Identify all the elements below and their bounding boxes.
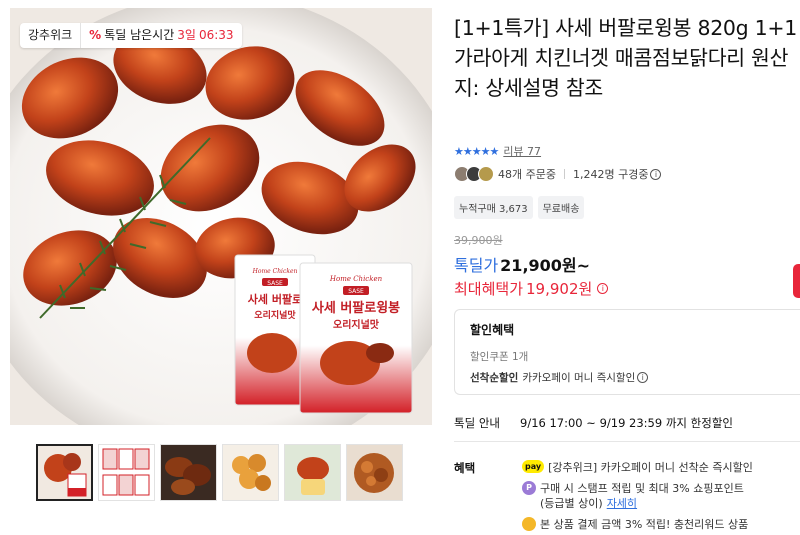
- reward-icon: [522, 517, 536, 531]
- deal-price-label: 톡딜가: [454, 256, 499, 275]
- discount-coupon: 할인쿠폰 1개: [470, 351, 529, 363]
- max-benefit-amount: 19,902원: [526, 280, 593, 298]
- thumbnail-6[interactable]: [346, 444, 403, 501]
- discount-title: 할인혜택: [470, 323, 515, 337]
- thumbnail-2[interactable]: [98, 444, 155, 501]
- thumbnail-strip: [36, 444, 403, 501]
- rating-row: ★★★★★ 리뷰 77: [454, 143, 541, 159]
- svg-text:사세 버팔로: 사세 버팔로: [248, 292, 302, 306]
- deal-guide-label: 톡딜 안내: [454, 416, 500, 430]
- tag-list: 누적구매 3,673 무료배송: [454, 196, 585, 219]
- deal-timer-days: 3일: [177, 28, 196, 42]
- product-page: Home Chicken SASE 사세 버팔로 오리지널맛 Home Chic…: [0, 0, 800, 535]
- benefits-label: 혜택: [454, 461, 476, 475]
- orders-count: 48개 주문중: [498, 168, 556, 181]
- svg-text:SASE: SASE: [267, 280, 283, 287]
- viewers-count: 1,242명 구경중: [572, 168, 649, 181]
- buyer-avatars: [454, 166, 494, 182]
- info-icon[interactable]: i: [650, 168, 662, 180]
- deal-price-amount: 21,900원~: [500, 256, 591, 275]
- benefit-text: 본 상품 결제 금액 3% 적립! 충천리워드 상품: [540, 518, 749, 531]
- deal-timer-label: 톡딜 남은시간: [104, 28, 175, 42]
- deal-timer-time: 06:33: [198, 28, 234, 42]
- deal-price-row: 톡딜가 21,900원~: [454, 252, 590, 276]
- benefit-text: 구매 시 스탬프 적립 및 최대 3% 쇼핑포인트: [540, 482, 744, 495]
- max-benefit-label: 최대혜택가: [454, 280, 524, 298]
- benefit-text: [강추위크] 카카오페이 머니 선착순 즉시할인: [548, 461, 753, 474]
- list-item: P 구매 시 스탬프 적립 및 최대 3% 쇼핑포인트: [522, 481, 800, 496]
- info-icon[interactable]: i: [637, 372, 649, 383]
- deal-guide-text: 9/16 17:00 ~ 9/19 23:59 까지 한정할인: [520, 416, 733, 430]
- details-link[interactable]: 자세히: [607, 496, 637, 511]
- package-front: Home Chicken SASE 사세 버팔로윙봉 오리지널맛: [299, 262, 413, 414]
- seller-badge: 강추위크: [20, 23, 82, 48]
- main-product-image[interactable]: Home Chicken SASE 사세 버팔로 오리지널맛 Home Chic…: [10, 8, 432, 425]
- list-item: (등급별 상이) 자세히: [522, 496, 800, 511]
- first-come-label: 선착순할인: [470, 372, 519, 384]
- max-benefit-price-row: 최대혜택가 19,902원 i: [454, 278, 609, 299]
- tag-free-shipping: 무료배송: [537, 196, 585, 219]
- deal-timer-badge: % 톡딜 남은시간 3일 06:33: [81, 23, 241, 48]
- thumbnail-4[interactable]: [222, 444, 279, 501]
- thumbnail-5[interactable]: [284, 444, 341, 501]
- star-rating-icon: ★★★★★: [454, 144, 499, 158]
- review-count-link[interactable]: 리뷰 77: [503, 143, 541, 159]
- list-item: pay [강추위크] 카카오페이 머니 선착순 즉시할인: [522, 460, 800, 475]
- info-icon[interactable]: i: [597, 283, 609, 294]
- avatar: [478, 166, 494, 182]
- buyers-row: 48개 주문중 1,242명 구경중 i: [454, 166, 662, 182]
- deal-guide: 톡딜 안내 9/16 17:00 ~ 9/19 23:59 까지 한정할인: [454, 415, 733, 431]
- point-icon: P: [522, 481, 536, 495]
- percent-icon: %: [89, 28, 102, 42]
- discount-benefit-box[interactable]: 할인혜택 할인쿠폰 1개 선착순할인 카카오페이 머니 즉시할인 i: [454, 309, 800, 395]
- section-divider: [454, 441, 800, 442]
- divider: [563, 169, 565, 179]
- kakaopay-icon: pay: [522, 460, 545, 473]
- first-come-discount: 선착순할인 카카오페이 머니 즉시할인 i: [470, 370, 785, 385]
- svg-text:오리지널맛: 오리지널맛: [333, 318, 380, 331]
- thumbnail-1[interactable]: [36, 444, 93, 501]
- tag-cumulative-purchase: 누적구매 3,673: [454, 196, 533, 219]
- svg-text:SASE: SASE: [348, 288, 364, 295]
- svg-text:Home Chicken: Home Chicken: [252, 268, 298, 275]
- svg-text:Home Chicken: Home Chicken: [329, 275, 383, 283]
- benefits-list: pay [강추위크] 카카오페이 머니 선착순 즉시할인 P 구매 시 스탬프 …: [522, 460, 800, 535]
- buy-button[interactable]: [793, 264, 800, 298]
- product-photo: Home Chicken SASE 사세 버팔로 오리지널맛 Home Chic…: [10, 8, 432, 425]
- first-come-text: 카카오페이 머니 즉시할인: [522, 372, 636, 384]
- svg-text:오리지널맛: 오리지널맛: [254, 309, 296, 321]
- list-item: 본 상품 결제 금액 3% 적립! 충천리워드 상품: [522, 517, 800, 532]
- benefit-text: (등급별 상이): [540, 497, 603, 510]
- original-price: 39,900원: [454, 234, 503, 247]
- svg-text:사세 버팔로윙봉: 사세 버팔로윙봉: [312, 300, 400, 316]
- product-title: [1+1특가] 사세 버팔로윙봉 820g 1+1 가라아게 치킨너겟 매콤점보…: [454, 16, 797, 100]
- thumbnail-3[interactable]: [160, 444, 217, 501]
- image-badges: 강추위크 % 톡딜 남은시간 3일 06:33: [20, 23, 242, 48]
